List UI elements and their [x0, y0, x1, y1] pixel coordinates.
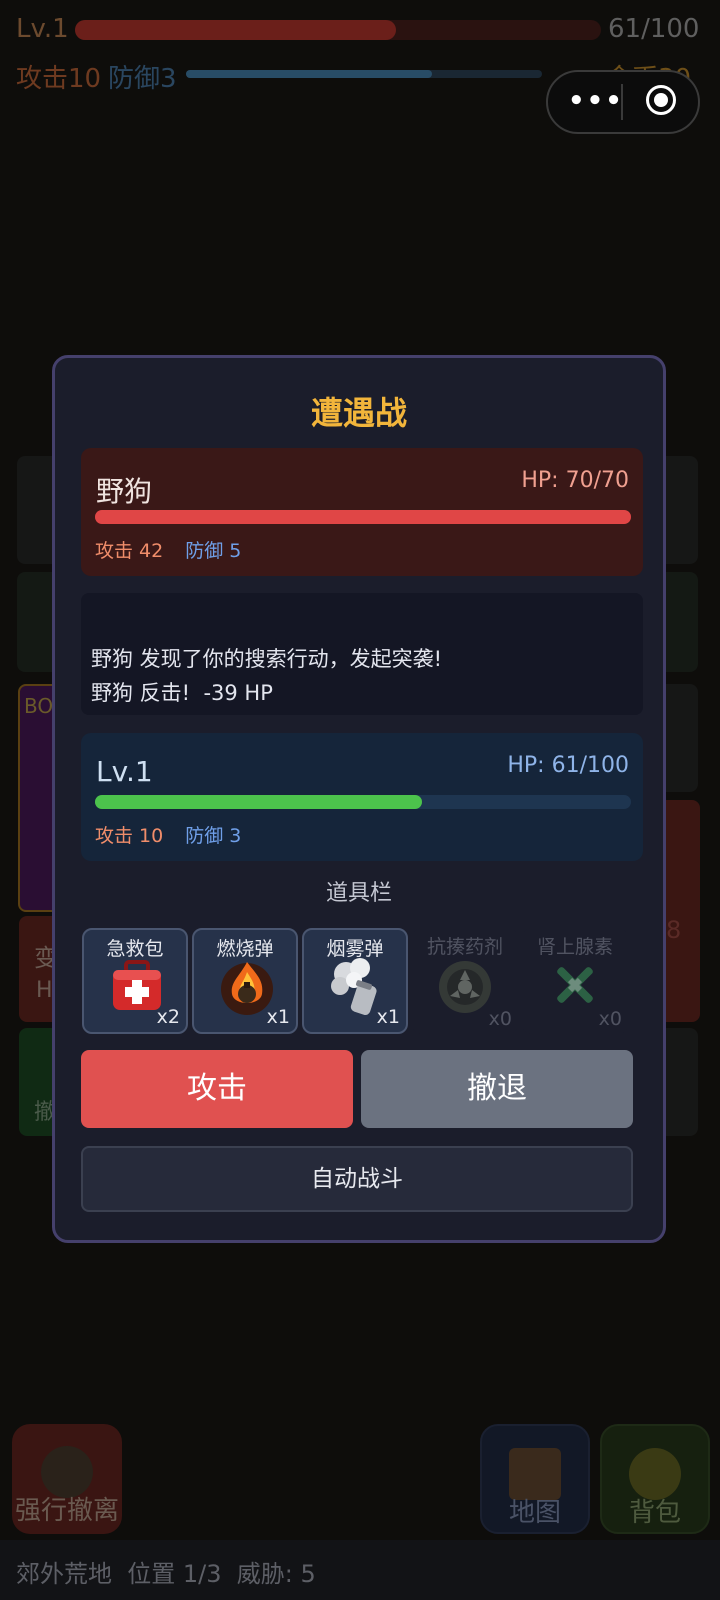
hud-hp-text: 61/100 [608, 14, 700, 44]
item-count: x1 [376, 1006, 400, 1028]
status-text: 郊外荒地 位置 1/3 威胁: 5 [16, 1560, 316, 1588]
player-hp-text: HP: 61/100 [507, 753, 629, 778]
hud-hp-bar [75, 20, 601, 40]
item-name: 燃烧弹 [216, 938, 274, 960]
bg-boss-text: BO [24, 694, 54, 718]
item-name: 急救包 [106, 938, 164, 960]
item-count: x0 [488, 1008, 512, 1030]
enemy-hp-bar [95, 510, 631, 524]
survival-defense-icon [439, 961, 491, 1013]
item-name: 肾上腺素 [536, 936, 613, 958]
item-slot-adrenaline: 肾上腺素 x0 [522, 928, 628, 1034]
attack-button[interactable]: 攻击 [81, 1050, 353, 1128]
auto-battle-button[interactable]: 自动战斗 [81, 1146, 633, 1212]
bag-button: 背包 [600, 1424, 710, 1534]
player-name: Lv.1 [96, 755, 153, 788]
player-defense: 防御 3 [185, 825, 242, 847]
enemy-name: 野狗 [96, 475, 153, 508]
item-slot-first-aid[interactable]: 急救包 x2 [82, 928, 188, 1034]
hud-defense: 防御3 [108, 64, 177, 94]
inventory-title: 道具栏 [325, 881, 392, 906]
item-name: 抗揍药剂 [426, 936, 503, 958]
player-card: Lv.1 HP: 61/100 攻击 10 防御 3 [81, 733, 643, 861]
item-count: x2 [156, 1006, 180, 1028]
mini-program-capsule: ••• [546, 70, 700, 134]
hud-xp-bar [186, 70, 542, 78]
bg-fragment: H [36, 978, 53, 1003]
item-count: x0 [598, 1008, 622, 1030]
item-slot-fire-grenade[interactable]: 燃烧弹 x1 [192, 928, 298, 1034]
status-bar: 郊外荒地 位置 1/3 威胁: 5 [0, 1540, 720, 1600]
evacuate-button: 强行撤离 [12, 1424, 122, 1534]
battle-log: 野狗 发现了你的搜索行动，发起突袭! 野狗 反击! -39 HP [81, 593, 643, 715]
map-button: 地图 [480, 1424, 590, 1534]
enemy-hp-text: HP: 70/70 [521, 468, 629, 493]
log-line: 野狗 发现了你的搜索行动，发起突袭! [91, 647, 443, 671]
item-slot-smoke-grenade[interactable]: 烟雾弹 x1 [302, 928, 408, 1034]
player-hp-bar [95, 795, 631, 809]
log-line: 野狗 反击! -39 HP [91, 681, 273, 705]
hud-level: Lv.1 [16, 14, 69, 44]
enemy-defense: 防御 5 [185, 540, 242, 562]
item-count: x1 [266, 1006, 290, 1028]
bg-fragment: 8 [666, 916, 682, 944]
more-icon[interactable]: ••• [568, 86, 624, 116]
item-name: 烟雾弹 [326, 938, 384, 960]
enemy-card: 野狗 HP: 70/70 攻击 42 防御 5 [81, 448, 643, 576]
close-target-icon[interactable] [646, 85, 676, 115]
enemy-attack: 攻击 42 [95, 540, 164, 562]
item-slot-defense-potion: 抗揍药剂 x0 [412, 928, 518, 1034]
battle-title: 遭遇战 [310, 394, 407, 432]
hud-attack: 攻击10 [16, 64, 102, 94]
battle-dialog: 遭遇战 野狗 HP: 70/70 攻击 42 防御 5 野狗 发现了你的搜索行动… [52, 355, 666, 1243]
retreat-button[interactable]: 撤退 [361, 1050, 633, 1128]
adrenaline-syringe-icon [557, 967, 593, 1003]
player-attack: 攻击 10 [95, 825, 164, 847]
